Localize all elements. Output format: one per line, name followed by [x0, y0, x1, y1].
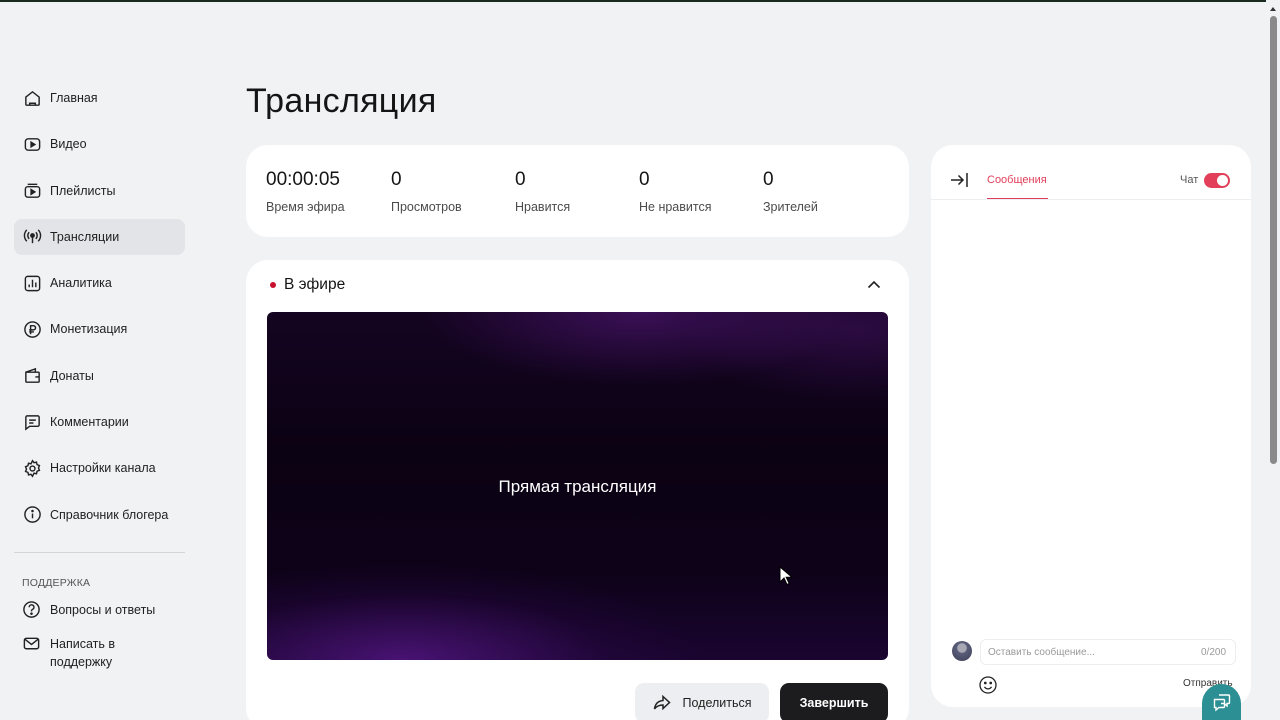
question-icon [22, 600, 42, 620]
chat-header: Сообщения Чат [931, 145, 1251, 200]
sidebar-item-analytics[interactable]: Аналитика [14, 265, 185, 301]
share-button[interactable]: Поделиться [635, 683, 769, 720]
page-title: Трансляция [246, 82, 437, 120]
share-icon [654, 694, 672, 711]
comment-icon [22, 412, 42, 432]
stat-label: Просмотров [391, 200, 462, 214]
analytics-icon [22, 273, 42, 293]
stat-value: 0 [515, 169, 526, 190]
sidebar-item-faq[interactable]: Вопросы и ответы [14, 600, 185, 620]
stat-airtime: 00:00:05 Время эфира [266, 169, 345, 214]
sidebar-item-broadcasts[interactable]: Трансляции [14, 218, 185, 255]
sidebar-item-channel-settings[interactable]: Настройки канала [14, 450, 185, 486]
avatar [952, 641, 972, 661]
home-icon [22, 88, 42, 108]
stat-value: 0 [391, 169, 402, 190]
sidebar-item-playlists[interactable]: Плейлисты [14, 173, 185, 209]
sidebar-item-monetization[interactable]: Монетизация [14, 311, 185, 347]
stat-views: 0 Просмотров [391, 169, 462, 214]
mouse-cursor-icon [779, 566, 793, 586]
sidebar-item-comments[interactable]: Комментарии [14, 404, 185, 440]
sidebar-item-blogger-guide[interactable]: Справочник блогера [14, 497, 185, 533]
scrollbar[interactable] [1266, 0, 1280, 720]
stat-likes: 0 Нравится [515, 169, 570, 214]
scroll-up-arrow-icon[interactable] [1270, 7, 1276, 11]
support-chat-button[interactable] [1202, 684, 1241, 720]
video-icon [22, 134, 42, 154]
stat-value: 0 [763, 169, 774, 190]
sidebar-item-label: Настройки канала [50, 461, 156, 476]
support-section-title: ПОДДЕРЖКА [22, 577, 91, 589]
sidebar-item-home[interactable]: Главная [14, 80, 185, 116]
collapse-panel-icon[interactable] [949, 170, 969, 190]
live-card: В эфире Прямая трансляция Поделиться Зав… [246, 260, 909, 720]
stats-card: 00:00:05 Время эфира 0 Просмотров 0 Нрав… [246, 145, 909, 237]
gear-icon [22, 458, 42, 478]
sidebar: Главная Видео Плейлисты Трансляции Анали… [14, 80, 185, 669]
sidebar-item-label: Плейлисты [50, 183, 116, 198]
wallet-icon [22, 366, 42, 386]
playlist-icon [22, 181, 42, 201]
stat-label: Зрителей [763, 200, 818, 214]
mail-icon [22, 634, 42, 654]
char-counter: 0/200 [1201, 647, 1227, 658]
sidebar-item-label: Главная [50, 91, 98, 105]
collapse-button[interactable] [865, 276, 883, 294]
player-title: Прямая трансляция [498, 477, 657, 496]
stat-value: 0 [639, 169, 650, 190]
live-status: В эфире [270, 276, 345, 294]
stat-label: Не нравится [639, 200, 712, 214]
sidebar-item-video[interactable]: Видео [14, 126, 185, 162]
support-list: Вопросы и ответы Написать в поддержку [14, 600, 185, 685]
chat-toggle[interactable] [1204, 173, 1230, 188]
chevron-up-icon [867, 280, 881, 289]
chat-panel: Сообщения Чат 0/200 Отправить [931, 145, 1251, 707]
toggle-knob [1217, 175, 1228, 186]
sidebar-item-label: Вопросы и ответы [50, 603, 156, 617]
stat-label: Нравится [515, 200, 571, 214]
chat-bubbles-icon [1213, 694, 1230, 712]
stat-viewers: 0 Зрителей [763, 169, 818, 214]
info-icon [22, 505, 42, 525]
live-status-label: В эфире [284, 276, 346, 293]
top-border [0, 0, 1280, 2]
sidebar-item-label: Трансляции [50, 229, 120, 244]
sidebar-item-contact-support[interactable]: Написать в поддержку [14, 634, 185, 671]
sidebar-item-label: Аналитика [50, 276, 112, 291]
sidebar-item-label: Монетизация [50, 322, 128, 337]
sidebar-divider [14, 552, 185, 553]
stat-value: 00:00:05 [266, 169, 340, 190]
emoji-icon[interactable] [978, 675, 998, 695]
sidebar-item-label: Донаты [50, 368, 94, 383]
sidebar-item-label: Написать в поддержку [50, 637, 116, 669]
live-dot-icon [270, 282, 276, 288]
chat-toggle-label: Чат [1180, 174, 1199, 186]
sidebar-item-label: Видео [50, 137, 87, 152]
sidebar-item-label: Справочник блогера [50, 507, 169, 522]
sidebar-item-label: Комментарии [50, 415, 129, 430]
stat-label: Время эфира [266, 200, 345, 214]
scroll-thumb[interactable] [1270, 16, 1277, 464]
tab-underline [987, 198, 1048, 199]
sidebar-item-donations[interactable]: Донаты [14, 358, 185, 394]
message-input[interactable] [980, 639, 1236, 665]
end-stream-button[interactable]: Завершить [780, 683, 888, 720]
stat-dislikes: 0 Не нравится [639, 169, 712, 214]
ruble-icon [22, 319, 42, 339]
share-label: Поделиться [682, 696, 752, 710]
video-player[interactable]: Прямая трансляция [267, 312, 888, 660]
tab-messages[interactable]: Сообщения [987, 174, 1047, 186]
broadcast-icon [22, 227, 42, 247]
